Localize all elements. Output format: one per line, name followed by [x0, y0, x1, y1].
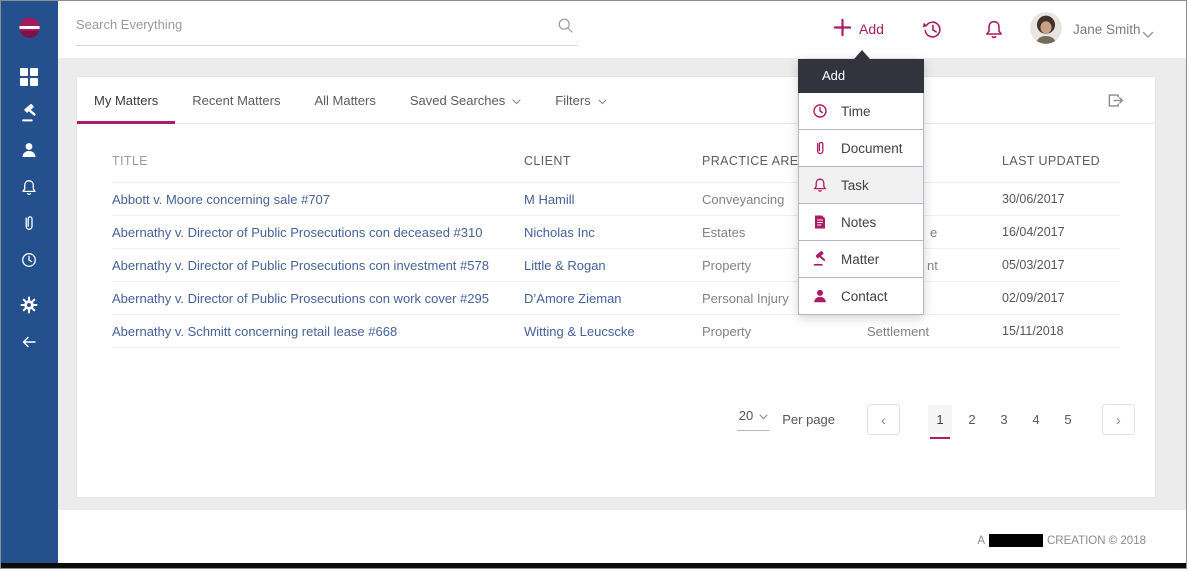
sidebar-item-tasks[interactable]: [20, 178, 40, 198]
page-numbers: 1 2 3 4 5: [924, 405, 1084, 439]
page-3[interactable]: 3: [992, 405, 1016, 434]
person-icon: [812, 288, 828, 304]
table-row: Abernathy v. Director of Public Prosecut…: [112, 216, 1120, 249]
menu-item-time[interactable]: Time: [798, 92, 924, 130]
page-5[interactable]: 5: [1056, 405, 1080, 434]
page-4[interactable]: 4: [1024, 405, 1048, 434]
next-page-button[interactable]: ›: [1102, 404, 1135, 435]
matters-table: TITLE CLIENT PRACTICE AREA LAST UPDATED …: [112, 124, 1120, 348]
menu-item-notes[interactable]: Notes: [798, 203, 924, 241]
sidebar-item-documents[interactable]: [20, 214, 40, 234]
sidebar-item-matters[interactable]: [20, 103, 40, 124]
tab-recent-matters[interactable]: Recent Matters: [175, 77, 297, 123]
per-page-label: Per page: [782, 412, 835, 427]
table-row: Abernathy v. Schmitt concerning retail l…: [112, 315, 1120, 348]
table-row: Abernathy v. Director of Public Prosecut…: [112, 249, 1120, 282]
chevron-down-icon: [512, 93, 521, 108]
matter-title-link[interactable]: Abernathy v. Director of Public Prosecut…: [112, 291, 489, 306]
app-logo-icon[interactable]: [16, 14, 43, 41]
stage-cell: Settlement: [867, 323, 930, 339]
paperclip-icon: [812, 140, 828, 156]
global-search: [76, 6, 578, 46]
tab-filters[interactable]: Filters: [538, 77, 623, 123]
table-header-row: TITLE CLIENT PRACTICE AREA LAST UPDATED: [112, 124, 1120, 183]
clock-icon: [812, 103, 828, 119]
last-updated-cell: 02/09/2017: [1002, 291, 1065, 305]
sidebar-item-dashboard[interactable]: [20, 68, 40, 88]
dropdown-notch: [854, 50, 870, 59]
client-link[interactable]: Little & Rogan: [524, 258, 606, 273]
footer: A CREATION © 2018: [58, 510, 1186, 563]
previous-page-button[interactable]: ‹: [867, 404, 900, 435]
sidebar-item-settings[interactable]: [20, 296, 40, 316]
page-1[interactable]: 1: [928, 405, 952, 439]
client-link[interactable]: D’Amore Zieman: [524, 291, 622, 306]
column-header-client[interactable]: CLIENT: [524, 154, 702, 168]
notifications-bell-icon[interactable]: [984, 19, 1004, 44]
topbar: Add: [58, 1, 1186, 58]
redacted-brand-box: [988, 534, 1043, 547]
last-updated-cell: 15/11/2018: [1002, 324, 1064, 338]
chevron-down-icon: [598, 93, 607, 108]
content-area: My Matters Recent Matters All Matters Sa…: [58, 58, 1186, 563]
matters-panel: My Matters Recent Matters All Matters Sa…: [76, 76, 1156, 498]
user-name[interactable]: Jane Smith: [1073, 22, 1141, 37]
gavel-icon: [812, 250, 828, 267]
chevron-down-icon: [759, 408, 768, 423]
bell-icon: [812, 177, 828, 193]
last-updated-cell: 30/06/2017: [1002, 192, 1065, 206]
footer-credit: A CREATION © 2018: [977, 534, 1146, 547]
search-icon[interactable]: [557, 17, 574, 39]
client-link[interactable]: Nicholas Inc: [524, 225, 595, 240]
menu-item-task[interactable]: Task: [798, 166, 924, 204]
last-updated-cell: 16/04/2017: [1002, 225, 1065, 239]
user-menu-chevron-down-icon[interactable]: [1142, 26, 1154, 44]
matter-title-link[interactable]: Abernathy v. Director of Public Prosecut…: [112, 225, 482, 240]
table-row: Abbott v. Moore concerning sale #707 M H…: [112, 183, 1120, 216]
add-button-label: Add: [859, 21, 884, 37]
practice-area-cell: Property: [702, 323, 752, 339]
sidebar-item-time[interactable]: [20, 251, 40, 271]
add-button[interactable]: Add: [833, 18, 884, 40]
add-dropdown-menu: Add Time Document Task Notes Matter Cont…: [798, 50, 924, 315]
user-avatar[interactable]: [1030, 12, 1062, 44]
matter-title-link[interactable]: Abbott v. Moore concerning sale #707: [112, 192, 330, 207]
note-icon: [812, 214, 828, 230]
column-header-last-updated[interactable]: LAST UPDATED: [1002, 154, 1120, 168]
app-window: Add: [0, 0, 1187, 569]
tab-all-matters[interactable]: All Matters: [297, 77, 392, 123]
menu-item-document[interactable]: Document: [798, 129, 924, 167]
tabs-row: My Matters Recent Matters All Matters Sa…: [77, 77, 1155, 124]
menu-item-matter[interactable]: Matter: [798, 240, 924, 278]
export-icon[interactable]: [1106, 91, 1125, 115]
sidebar: [1, 1, 58, 563]
history-icon[interactable]: [922, 19, 943, 45]
last-updated-cell: 05/03/2017: [1002, 258, 1065, 272]
bottom-frame-bar: [1, 563, 1186, 568]
tab-my-matters[interactable]: My Matters: [77, 77, 176, 124]
matter-title-link[interactable]: Abernathy v. Director of Public Prosecut…: [112, 258, 489, 273]
client-link[interactable]: M Hamill: [524, 192, 575, 207]
table-row: Abernathy v. Director of Public Prosecut…: [112, 282, 1120, 315]
sidebar-item-contacts[interactable]: [20, 141, 40, 161]
column-header-title[interactable]: TITLE: [112, 154, 524, 168]
page-2[interactable]: 2: [960, 405, 984, 434]
pagination: 20 Per page ‹ 1 2 3 4 5 ›: [112, 404, 1135, 439]
plus-icon: [833, 18, 852, 40]
tab-saved-searches[interactable]: Saved Searches: [393, 77, 538, 123]
sidebar-collapse-button[interactable]: [20, 333, 40, 353]
menu-item-contact[interactable]: Contact: [798, 277, 924, 315]
add-dropdown-header: Add: [798, 50, 924, 93]
matter-title-link[interactable]: Abernathy v. Schmitt concerning retail l…: [112, 324, 397, 339]
client-link[interactable]: Witting & Leucscke: [524, 324, 635, 339]
search-input[interactable]: [76, 6, 546, 42]
table-body: Abbott v. Moore concerning sale #707 M H…: [112, 183, 1120, 348]
per-page-select[interactable]: 20: [736, 408, 771, 431]
